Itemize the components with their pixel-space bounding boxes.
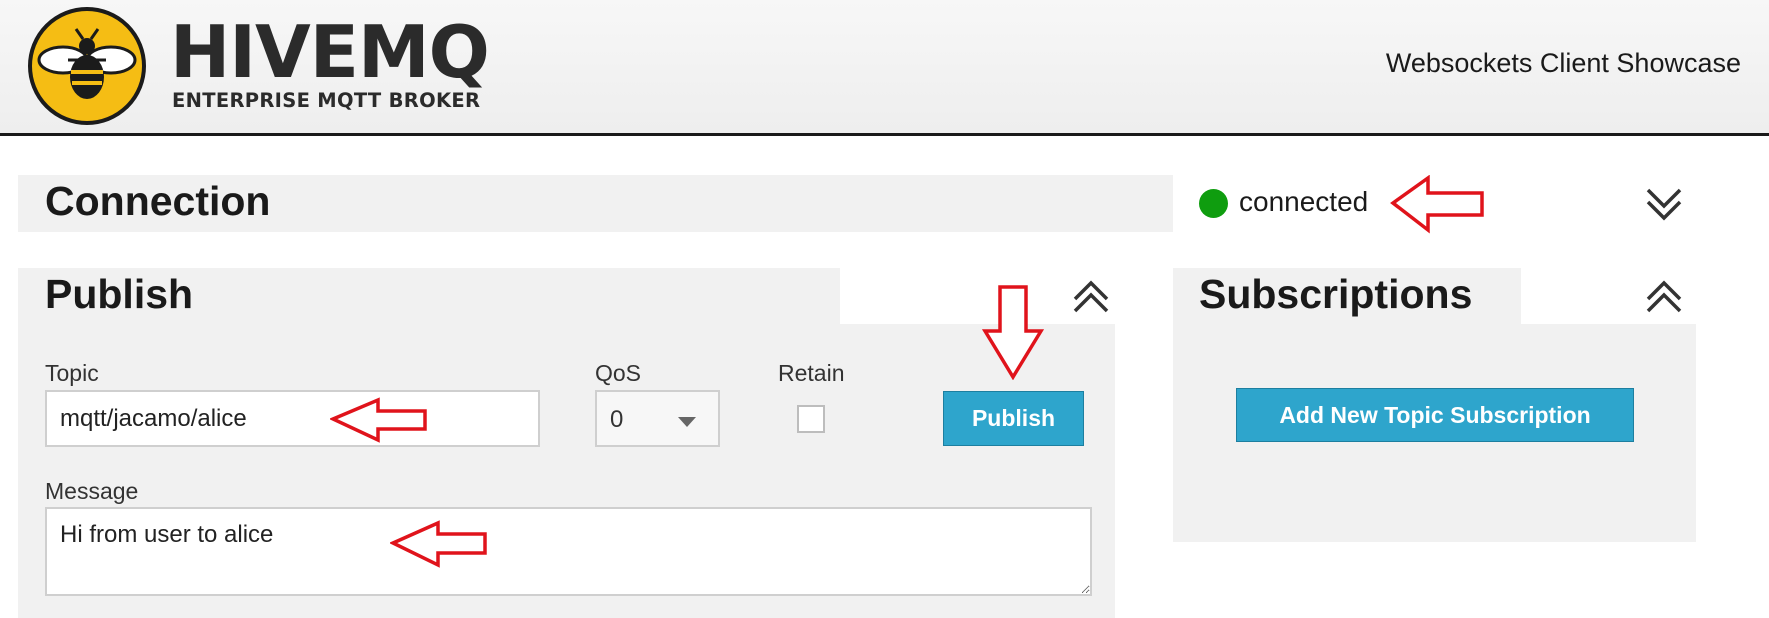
publish-title[interactable]: Publish <box>45 271 193 318</box>
hivemq-bee-logo-icon <box>28 7 146 125</box>
logo-tagline: ENTERPRISE MQTT BROKER <box>172 89 481 112</box>
qos-selected-value: 0 <box>610 406 624 433</box>
topic-label: Topic <box>45 360 99 386</box>
connection-title[interactable]: Connection <box>45 178 270 225</box>
retain-label: Retain <box>778 360 845 386</box>
add-topic-subscription-button[interactable]: Add New Topic Subscription <box>1236 388 1634 442</box>
qos-label: QoS <box>595 360 642 386</box>
qos-select[interactable]: 0 <box>595 390 720 447</box>
annotation-arrow-left-icon <box>390 520 487 568</box>
annotation-arrow-down-icon <box>982 285 1044 380</box>
chevron-double-down-icon[interactable] <box>1642 182 1686 226</box>
annotation-arrow-left-icon <box>330 397 427 443</box>
chevron-double-up-icon[interactable] <box>1069 275 1113 319</box>
message-textarea[interactable]: Hi from user to alice <box>45 507 1092 596</box>
chevron-double-up-icon[interactable] <box>1642 275 1686 319</box>
connection-status-indicator <box>1199 189 1228 218</box>
logo-wordmark: HIVEMQ <box>170 10 490 94</box>
subscriptions-title[interactable]: Subscriptions <box>1199 271 1472 318</box>
message-label: Message <box>45 478 139 504</box>
app-header: HIVEMQ ENTERPRISE MQTT BROKER Websockets… <box>0 0 1769 136</box>
caret-down-icon <box>678 417 696 427</box>
page-title: Websockets Client Showcase <box>1385 48 1741 78</box>
topic-input[interactable] <box>45 390 540 447</box>
connection-status-text: connected <box>1239 186 1369 217</box>
retain-checkbox[interactable] <box>797 405 825 433</box>
publish-button[interactable]: Publish <box>943 391 1084 446</box>
annotation-arrow-left-icon <box>1390 175 1484 234</box>
